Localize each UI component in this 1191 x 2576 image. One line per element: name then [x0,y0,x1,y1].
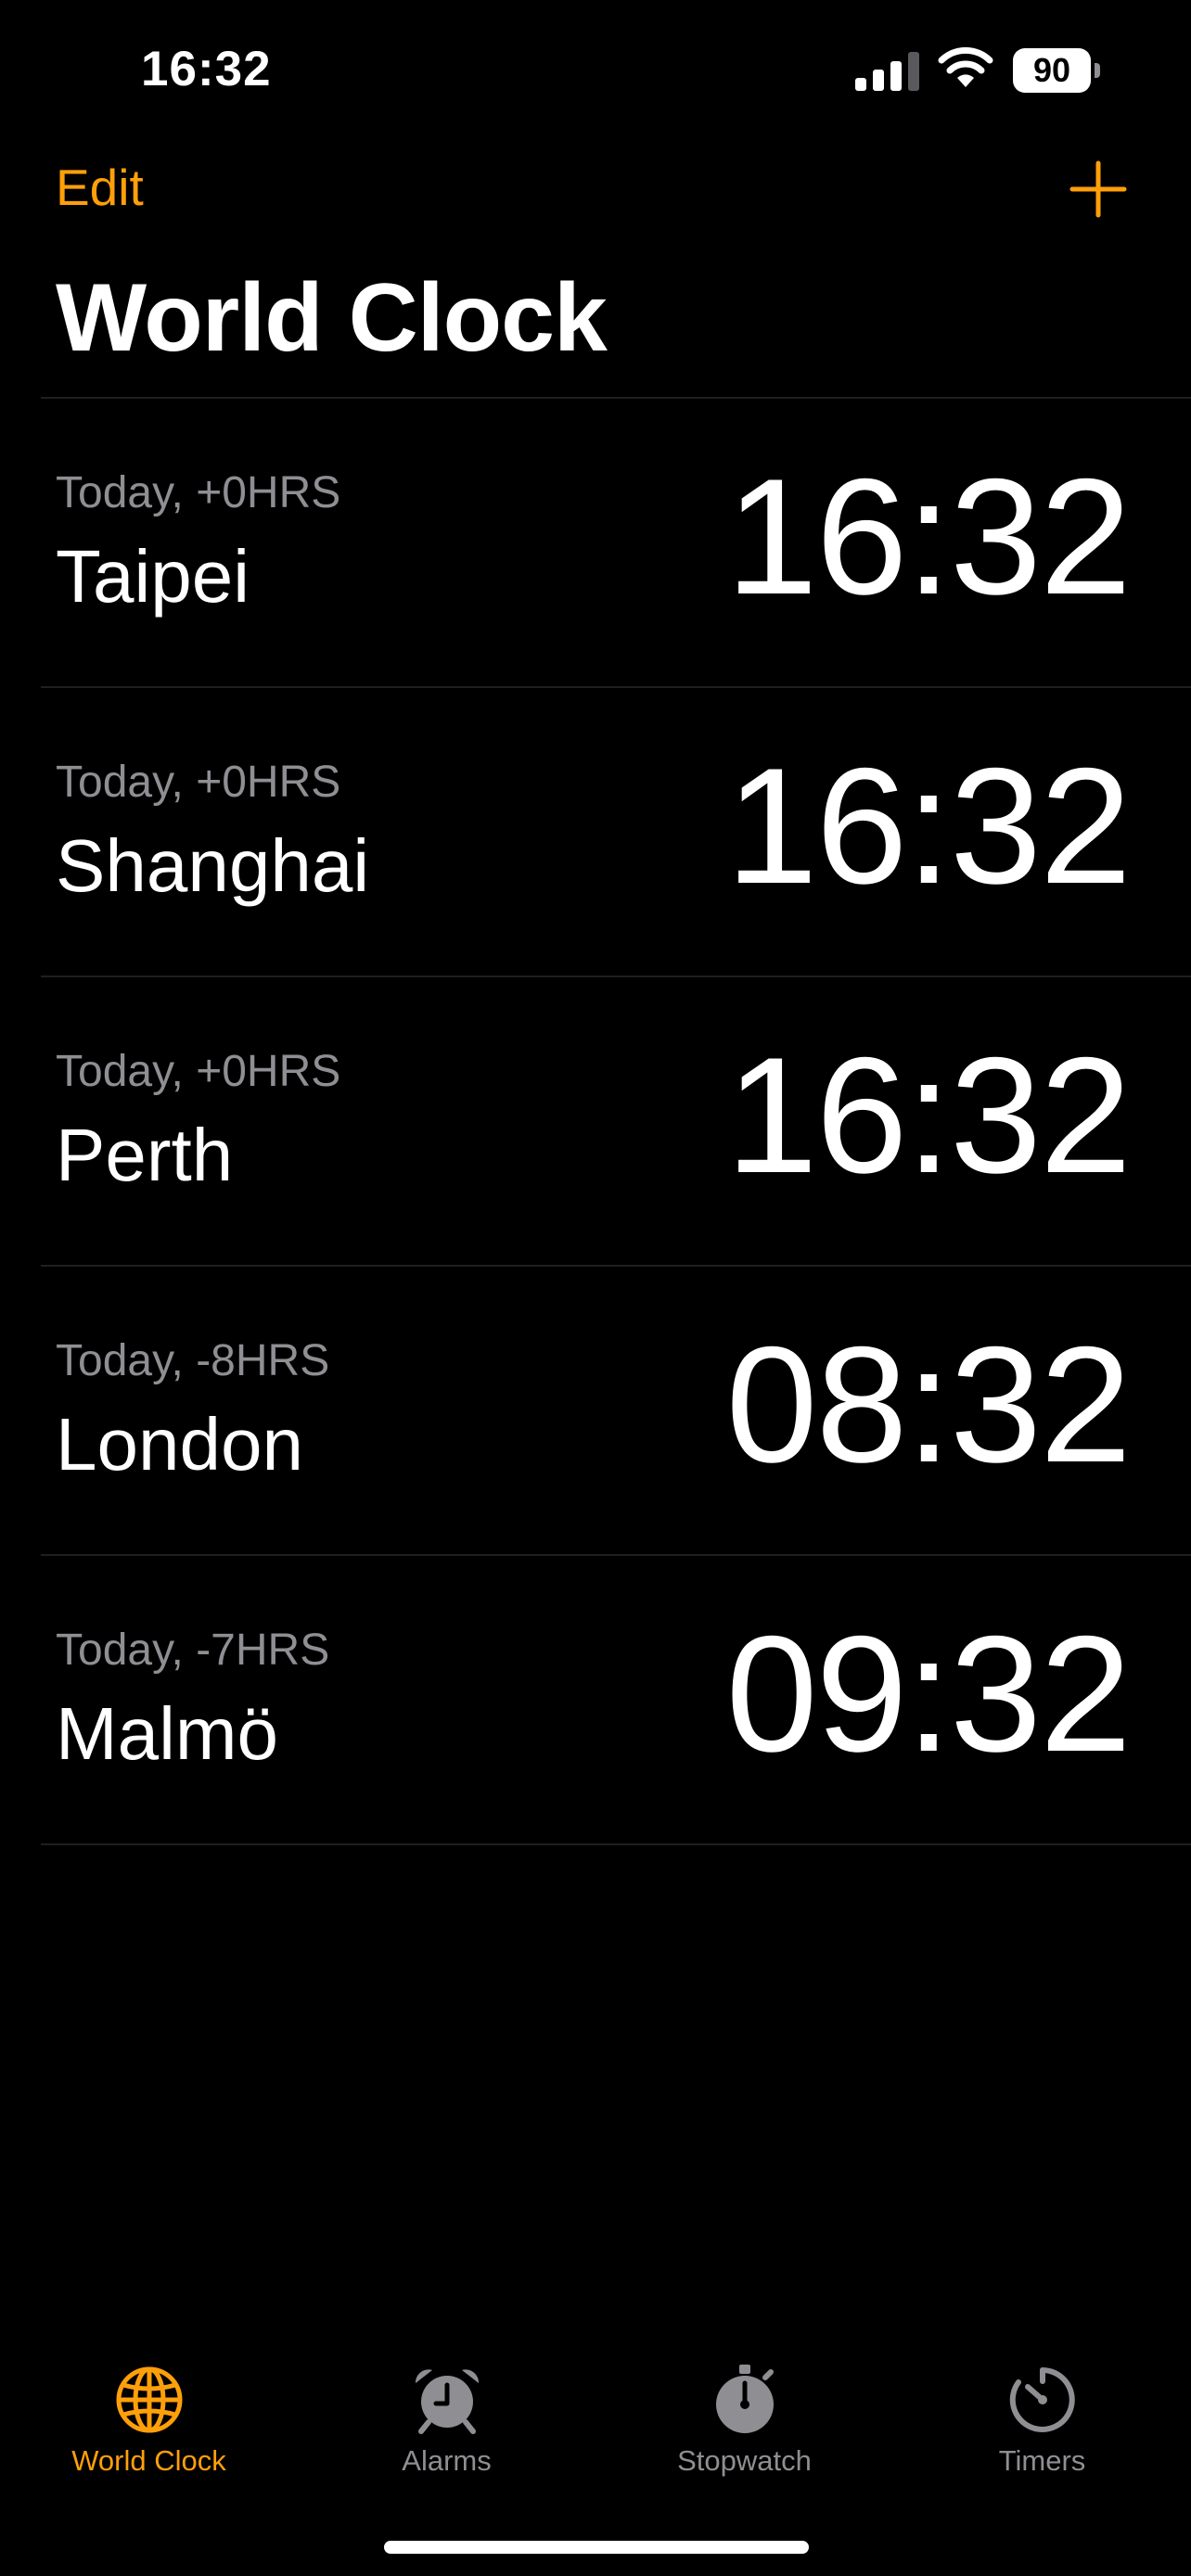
city-time: 08:32 [725,1312,1132,1497]
city-time: 16:32 [725,1023,1132,1207]
world-clock-list: Today, +0HRS Taipei 16:32 Today, +0HRS S… [0,397,1191,1845]
tab-label: Alarms [402,2444,492,2477]
edit-button[interactable]: Edit [56,158,144,217]
list-divider [41,1843,1191,1845]
clock-row-malmo[interactable]: Today, -7HRS Malmö 09:32 [0,1556,1191,1843]
tab-label: World Clock [71,2444,226,2477]
time-offset: Today, -8HRS [56,1336,330,1385]
tab-world-clock[interactable]: World Clock [0,2337,298,2485]
city-time: 16:32 [725,444,1132,629]
clock-row-perth[interactable]: Today, +0HRS Perth 16:32 [0,977,1191,1265]
city-name: Taipei [56,535,250,618]
alarm-clock-icon [415,2369,479,2434]
city-time: 16:32 [725,733,1132,918]
battery-cap [1095,63,1100,78]
stopwatch-icon [715,2365,774,2433]
city-name: London [56,1403,303,1486]
plus-icon[interactable] [1069,159,1128,219]
tab-label: Stopwatch [677,2444,812,2477]
city-time: 09:32 [725,1601,1132,1786]
clock-row-taipei[interactable]: Today, +0HRS Taipei 16:32 [0,399,1191,686]
cellular-signal-icon [855,52,919,91]
battery-indicator: 90 [1013,48,1102,93]
wifi-icon [938,46,993,87]
city-name: Perth [56,1114,234,1196]
globe-icon [116,2366,182,2433]
city-name: Shanghai [56,824,370,907]
time-offset: Today, +0HRS [56,468,341,517]
tab-bar: World Clock Alarms Stopwatch Timers [0,2337,1191,2522]
tab-alarms[interactable]: Alarms [298,2337,596,2485]
home-indicator[interactable] [384,2541,809,2554]
time-offset: Today, +0HRS [56,1047,341,1096]
status-bar: 16:32 90 [0,0,1191,139]
city-name: Malmö [56,1692,279,1775]
tab-stopwatch[interactable]: Stopwatch [596,2337,893,2485]
time-offset: Today, -7HRS [56,1626,330,1675]
time-offset: Today, +0HRS [56,758,341,807]
timer-icon [1009,2367,1075,2432]
page-title: World Clock [56,264,608,372]
tab-label: Timers [998,2444,1086,2477]
clock-row-london[interactable]: Today, -8HRS London 08:32 [0,1267,1191,1554]
status-time: 16:32 [141,42,272,96]
clock-row-shanghai[interactable]: Today, +0HRS Shanghai 16:32 [0,688,1191,976]
battery-level: 90 [1013,48,1091,93]
tab-timers[interactable]: Timers [893,2337,1191,2485]
world-clock-screen: 16:32 90 Edit World Clock Today, +0HRS T… [0,0,1191,2576]
